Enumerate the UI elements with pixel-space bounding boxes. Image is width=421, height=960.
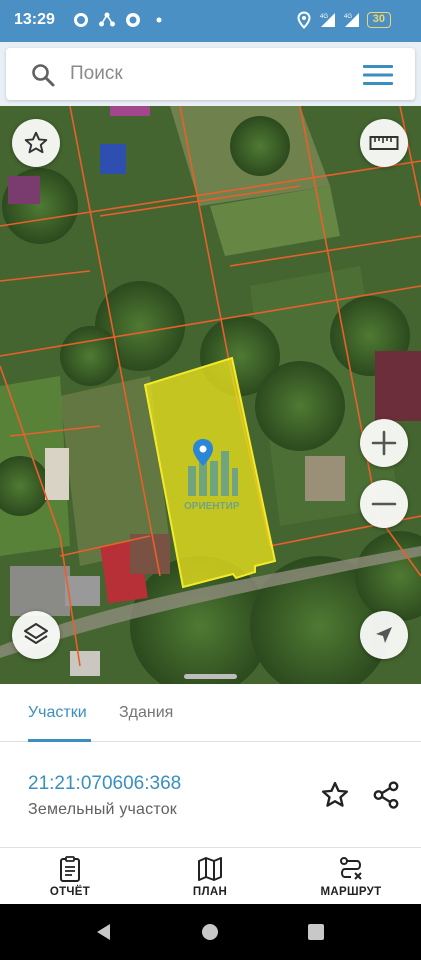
recents-icon[interactable] (307, 923, 325, 941)
nav-plan-label: ПЛАН (192, 886, 228, 898)
parcel-type: Земельный участок (28, 801, 178, 818)
nav-report[interactable]: ОТЧЁТ (15, 856, 125, 898)
battery-indicator: 30 (366, 12, 391, 28)
signal-4g-icon: 4G (344, 13, 359, 27)
status-time: 13:29 (14, 11, 55, 28)
satellite-imagery: ОРИЕНТИР (0, 106, 421, 684)
plus-icon (371, 430, 397, 456)
tab-buildings[interactable]: Здания (119, 704, 173, 722)
nav-report-label: ОТЧЁТ (49, 886, 91, 898)
sync-icon (126, 13, 140, 27)
svg-text:4G: 4G (344, 14, 352, 20)
tab-bar: Участки Здания (0, 684, 421, 742)
location-icon (297, 11, 311, 29)
star-icon (24, 131, 48, 154)
menu-icon[interactable] (363, 64, 393, 86)
tab-parcels[interactable]: Участки (28, 704, 87, 722)
nav-route[interactable]: МАРШРУТ (296, 856, 406, 898)
network-icon (99, 12, 115, 27)
cadastral-number-link[interactable]: 21:21:070606:368 (28, 773, 181, 795)
back-icon[interactable] (95, 923, 113, 941)
status-bar: 13:29 4G 4G 30 (0, 0, 421, 42)
search-bar-container (0, 42, 421, 106)
system-navigation-bar (0, 904, 421, 960)
home-icon[interactable] (201, 923, 219, 941)
minus-icon (371, 502, 397, 506)
zoom-out-button[interactable] (360, 480, 408, 528)
search-bar[interactable] (6, 48, 415, 100)
signal-4g-icon: 4G (320, 13, 335, 27)
dot-icon (156, 17, 162, 23)
map-view[interactable]: ОРИЕНТИР (0, 106, 421, 684)
layers-button[interactable] (12, 611, 60, 659)
bottom-sheet: Участки Здания 21:21:070606:368 Земельны… (0, 674, 421, 904)
layers-icon (24, 623, 48, 644)
search-input[interactable] (70, 60, 340, 88)
whatsapp-icon (74, 13, 88, 27)
svg-text:4G: 4G (320, 14, 328, 20)
active-tab-indicator (28, 739, 91, 742)
ruler-icon (369, 136, 399, 150)
ruler-button[interactable] (360, 119, 408, 167)
map-icon (198, 857, 222, 881)
favorite-map-button[interactable] (12, 119, 60, 167)
route-icon (340, 857, 362, 880)
report-icon (60, 856, 80, 882)
locate-button[interactable] (360, 611, 408, 659)
bottom-navigation: ОТЧЁТ ПЛАН МАРШРУТ (0, 847, 421, 904)
navigation-icon (376, 627, 392, 643)
sheet-drag-handle[interactable] (184, 674, 237, 679)
nav-route-label: МАРШРУТ (320, 886, 382, 898)
share-icon[interactable] (371, 780, 401, 810)
star-icon[interactable] (320, 780, 350, 810)
search-icon[interactable] (30, 62, 56, 88)
zoom-in-button[interactable] (360, 419, 408, 467)
svg-text:ОРИЕНТИР: ОРИЕНТИР (184, 501, 240, 512)
nav-plan[interactable]: ПЛАН (155, 856, 265, 898)
